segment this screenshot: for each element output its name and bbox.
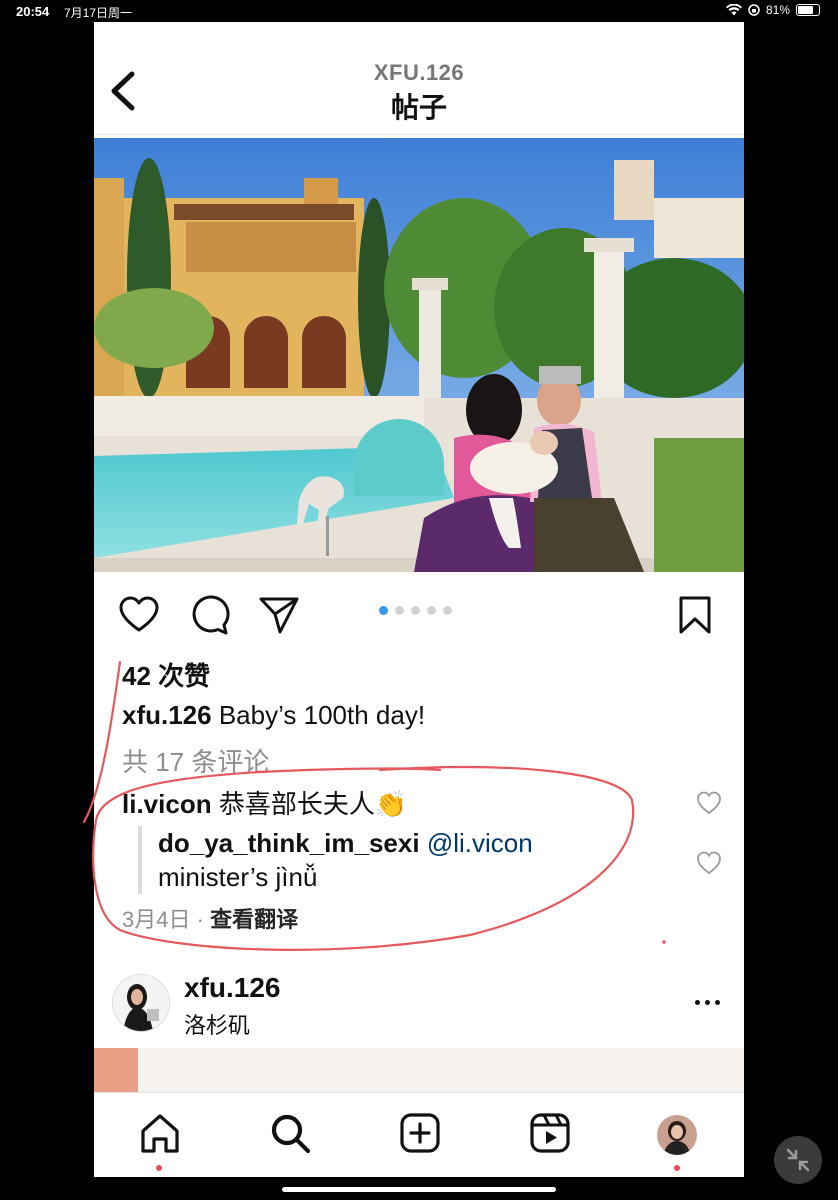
carousel-dot — [379, 606, 388, 615]
see-translation-link[interactable]: 查看翻译 — [210, 907, 298, 932]
next-post-header: xfu.126 洛杉矶 — [94, 962, 744, 1042]
search-icon[interactable] — [268, 1111, 312, 1155]
comment-like-heart-icon[interactable] — [696, 790, 722, 816]
comment-date: 3月4日 — [122, 907, 191, 932]
app-screen: XFU.126 帖子 42 次赞 xfu.126 Baby’s 100th da… — [94, 22, 744, 1177]
post-header: XFU.126 帖子 — [94, 22, 744, 135]
page-title: 帖子 — [390, 92, 447, 123]
reels-icon[interactable] — [528, 1111, 572, 1155]
status-bar: 20:54 7月17日周一 81% — [0, 0, 838, 24]
carousel-dot — [411, 606, 420, 615]
comment-text: 恭喜部长夫人 — [218, 789, 375, 819]
comment-meta: 3月4日 · 查看翻译 — [122, 902, 298, 934]
caption-author[interactable]: xfu.126 — [122, 700, 212, 730]
comment-bubble-icon[interactable] — [188, 594, 230, 636]
more-options-icon[interactable] — [695, 1000, 720, 1005]
battery-percent: 81% — [765, 3, 790, 17]
save-bookmark-icon[interactable] — [674, 594, 716, 636]
profile-avatar[interactable] — [657, 1115, 697, 1155]
status-date: 7月17日周一 — [64, 6, 133, 20]
post-caption: xfu.126 Baby’s 100th day! — [122, 700, 425, 731]
like-count[interactable]: 42 次赞 — [122, 656, 210, 693]
meta-separator: · — [196, 907, 204, 932]
like-heart-icon[interactable] — [118, 594, 160, 636]
status-right: 81% — [725, 3, 820, 17]
reply-like-heart-icon[interactable] — [696, 850, 722, 876]
reply-text: minister’s jìnǚ — [158, 862, 318, 892]
orientation-lock-icon — [748, 4, 760, 16]
home-icon[interactable] — [138, 1111, 182, 1155]
bottom-tab-bar — [94, 1092, 744, 1177]
caption-text: Baby’s 100th day! — [218, 700, 426, 730]
post-photo[interactable] — [94, 138, 744, 572]
reply-thread: do_ya_think_im_sexi @li.vicon minister’s… — [138, 826, 572, 894]
profile-avatar-image — [657, 1115, 697, 1155]
create-post-icon[interactable] — [398, 1111, 442, 1155]
battery-icon — [796, 4, 820, 16]
carousel-dot — [395, 606, 404, 615]
reply-mention[interactable]: @li.vicon — [427, 828, 533, 858]
avatar-image — [113, 975, 169, 1031]
reply-first-line: do_ya_think_im_sexi @li.vicon — [158, 828, 533, 859]
collapse-window-button[interactable] — [774, 1136, 822, 1184]
carousel-dot — [443, 606, 452, 615]
home-indicator[interactable] — [282, 1187, 556, 1192]
next-post-location[interactable]: 洛杉矶 — [184, 1008, 250, 1040]
next-post-username[interactable]: xfu.126 — [184, 972, 281, 1004]
wifi-icon — [725, 4, 742, 16]
comment: li.vicon 恭喜部长夫人👏 — [122, 784, 407, 821]
villa-family-photo — [94, 138, 744, 572]
carousel-dot — [427, 606, 436, 615]
reply-username[interactable]: do_ya_think_im_sexi — [158, 828, 420, 858]
collapse-arrows-icon — [786, 1148, 810, 1172]
header-username: XFU.126 — [373, 60, 465, 85]
share-paper-plane-icon[interactable] — [258, 594, 300, 636]
comment-username[interactable]: li.vicon — [122, 789, 212, 819]
home-notification-dot — [156, 1165, 162, 1171]
profile-notification-dot — [674, 1165, 680, 1171]
next-post-image-peek — [94, 1048, 744, 1096]
status-time: 20:54 — [16, 4, 50, 19]
avatar[interactable] — [112, 974, 170, 1032]
carousel-indicator — [379, 606, 452, 615]
clapping-hands-emoji: 👏 — [374, 789, 408, 819]
view-comments-link[interactable]: 共 17 条评论 — [122, 742, 269, 779]
